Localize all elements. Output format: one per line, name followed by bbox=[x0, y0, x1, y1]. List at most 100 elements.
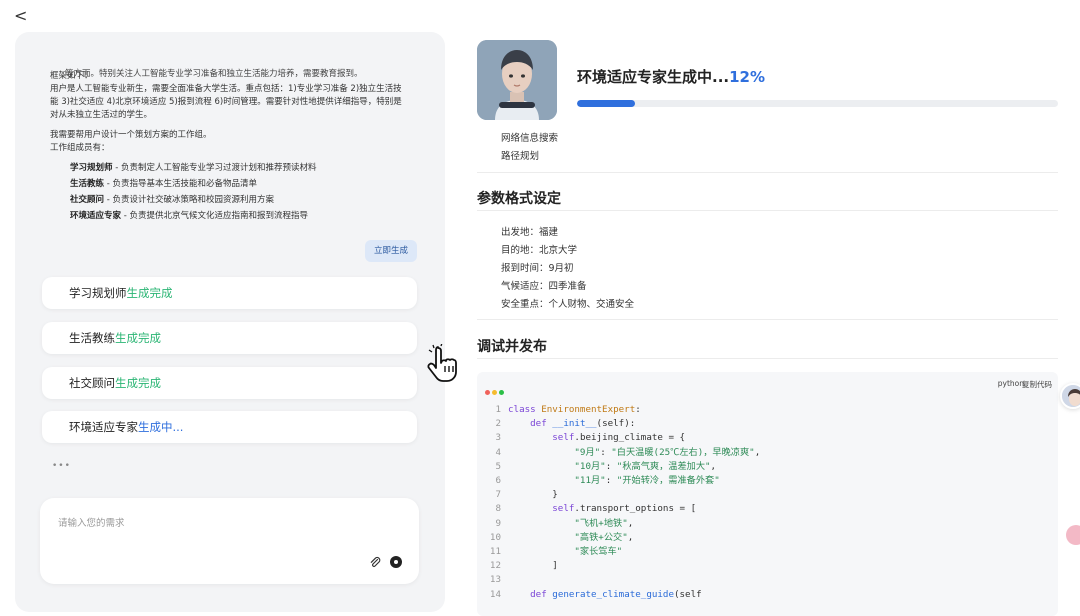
code-line: 9 "飞机+地铁", bbox=[477, 517, 760, 531]
member-name: 社交顾问 bbox=[70, 195, 105, 205]
member-desc: - 负责指导基本生活技能和必备物品清单 bbox=[104, 179, 257, 189]
code-line: 4 "9月": "白天温暖(25℃左右)，早晚凉爽", bbox=[477, 446, 760, 460]
member-name: 学习规划师 bbox=[70, 163, 113, 173]
member-item: 学习规划师 - 负责制定人工智能专业学习过渡计划和推荐预读材料 bbox=[70, 162, 410, 175]
member-item: 环境适应专家 - 负责提供北京气候文化适应指南和报到流程指导 bbox=[70, 210, 410, 223]
floating-assistant-avatar[interactable] bbox=[1060, 383, 1080, 409]
progress-title: 环境适应专家生成中...12% bbox=[577, 66, 765, 87]
code-token: (self bbox=[673, 588, 702, 600]
message-paragraph: 我需要帮用户设计一个策划方案的工作组。 工作组成员有： bbox=[50, 130, 212, 153]
code-token: "白天温暖(25℃左右)，早晚凉爽" bbox=[611, 446, 755, 458]
hand-pointer-icon bbox=[427, 344, 457, 382]
generate-now-button[interactable]: 立即生成 bbox=[365, 240, 417, 262]
agent-status: 生成完成 bbox=[126, 286, 173, 300]
code-token: "11月" bbox=[574, 475, 606, 487]
code-token: : bbox=[600, 446, 612, 458]
divider bbox=[477, 358, 1058, 359]
line-number: 10 bbox=[489, 531, 501, 543]
member-desc: - 负责设计社交破冰策略和校园资源利用方案 bbox=[104, 195, 274, 205]
divider bbox=[477, 319, 1058, 320]
line-number: 12 bbox=[489, 560, 501, 572]
code-token: self bbox=[552, 432, 575, 444]
params-section-title: 参数格式设定 bbox=[477, 191, 561, 207]
progress-bar-fill bbox=[577, 100, 635, 107]
code-language: python bbox=[997, 379, 1024, 388]
param-item: 出发地：福建 bbox=[501, 227, 559, 238]
agent-card-learning-planner[interactable]: 学习规划师生成完成 bbox=[42, 277, 417, 309]
member-item: 生活教练 - 负责指导基本生活技能和必备物品清单 bbox=[70, 178, 410, 191]
code-line: 6 "11月": "开始转冷，需准备外套" bbox=[477, 474, 760, 488]
code-token: .beijing_climate = { bbox=[574, 432, 686, 444]
line-number: 13 bbox=[489, 574, 501, 586]
agent-name: 环境适应专家 bbox=[69, 420, 138, 434]
attachment-icon[interactable] bbox=[369, 556, 381, 568]
line-number: 3 bbox=[495, 432, 501, 444]
code-token: , bbox=[710, 460, 717, 472]
param-item: 气候适应：四季准备 bbox=[501, 281, 587, 292]
line-number: 8 bbox=[495, 503, 501, 515]
agent-card-life-coach[interactable]: 生活教练生成完成 bbox=[42, 322, 417, 354]
code-token: .transport_options = [ bbox=[574, 503, 697, 515]
code-token: , bbox=[627, 517, 634, 529]
line-number: 6 bbox=[495, 475, 501, 487]
line-number: 2 bbox=[495, 418, 501, 430]
line-number: 5 bbox=[495, 460, 501, 472]
code-line: 1 class EnvironmentExpert: bbox=[477, 403, 760, 417]
member-name: 生活教练 bbox=[70, 179, 105, 189]
code-token: generate_climate_guide bbox=[552, 588, 674, 600]
code-line: 2 def __init__(self): bbox=[477, 417, 760, 431]
code-token: "家长驾车" bbox=[574, 546, 623, 558]
input-placeholder: 请输入您的需求 bbox=[58, 518, 125, 529]
code-token: self bbox=[552, 503, 575, 515]
code-line: 11 "家长驾车" bbox=[477, 545, 760, 559]
code-line: 8 self.transport_options = [ bbox=[477, 502, 760, 516]
code-token: "飞机+地铁" bbox=[574, 517, 628, 529]
code-token: , bbox=[627, 531, 634, 543]
param-item: 报到时间：9月初 bbox=[501, 263, 574, 274]
code-line: 5 "10月": "秋高气爽，温差加大", bbox=[477, 460, 760, 474]
back-button[interactable]: < bbox=[14, 6, 27, 25]
agent-card-social-advisor[interactable]: 社交顾问生成完成 bbox=[42, 367, 417, 399]
member-desc: - 负责提供北京气候文化适应指南和报到流程指导 bbox=[121, 211, 308, 221]
window-dots bbox=[485, 380, 506, 399]
green-dot-icon bbox=[499, 390, 504, 395]
prompt-input[interactable]: 请输入您的需求 bbox=[40, 498, 419, 584]
code-token: : bbox=[635, 404, 641, 415]
assistant-message: 框架如下： 用户是人工智能专业新生，需要全面准备大学生活。重点包括：1)专业学习… bbox=[50, 70, 410, 226]
agent-status: 生成中... bbox=[138, 420, 184, 434]
member-desc: - 负责制定人工智能专业学习过渡计划和推荐预读材料 bbox=[112, 163, 317, 173]
param-item: 目的地：北京大学 bbox=[501, 245, 578, 256]
agent-name: 社交顾问 bbox=[69, 376, 115, 390]
red-dot-icon bbox=[485, 390, 490, 395]
code-lines: 1 class EnvironmentExpert: 2 def __init__(… bbox=[477, 403, 760, 602]
code-token: : bbox=[605, 475, 617, 487]
code-token: ] bbox=[508, 560, 558, 572]
agent-name: 生活教练 bbox=[69, 331, 115, 345]
member-list: 学习规划师 - 负责制定人工智能专业学习过渡计划和推荐预读材料 生活教练 - 负… bbox=[70, 162, 410, 223]
yellow-dot-icon bbox=[492, 390, 497, 395]
code-token: "高铁+公交" bbox=[574, 531, 628, 543]
agent-card-environment-expert[interactable]: 环境适应专家生成中... bbox=[42, 411, 417, 443]
progress-bar bbox=[577, 100, 1058, 107]
code-line: 3 self.beijing_climate = { bbox=[477, 431, 760, 445]
member-item: 社交顾问 - 负责设计社交破冰策略和校园资源利用方案 bbox=[70, 194, 410, 207]
progress-percent: 12% bbox=[729, 68, 766, 86]
send-button[interactable] bbox=[390, 556, 402, 568]
code-line: 13 bbox=[477, 573, 760, 587]
typing-indicator: ••• bbox=[52, 461, 71, 471]
line-number: 11 bbox=[489, 546, 501, 558]
floating-widget-icon[interactable] bbox=[1066, 525, 1080, 545]
code-line: 12 ] bbox=[477, 559, 760, 573]
code-token: def bbox=[530, 418, 553, 430]
tool-route-planning: 路径规划 bbox=[501, 151, 540, 162]
agent-status: 生成完成 bbox=[115, 376, 161, 390]
copy-code-button[interactable]: 复制代码 bbox=[1022, 379, 1052, 390]
line-number: 4 bbox=[495, 446, 501, 458]
code-token: __init__ bbox=[552, 418, 597, 430]
